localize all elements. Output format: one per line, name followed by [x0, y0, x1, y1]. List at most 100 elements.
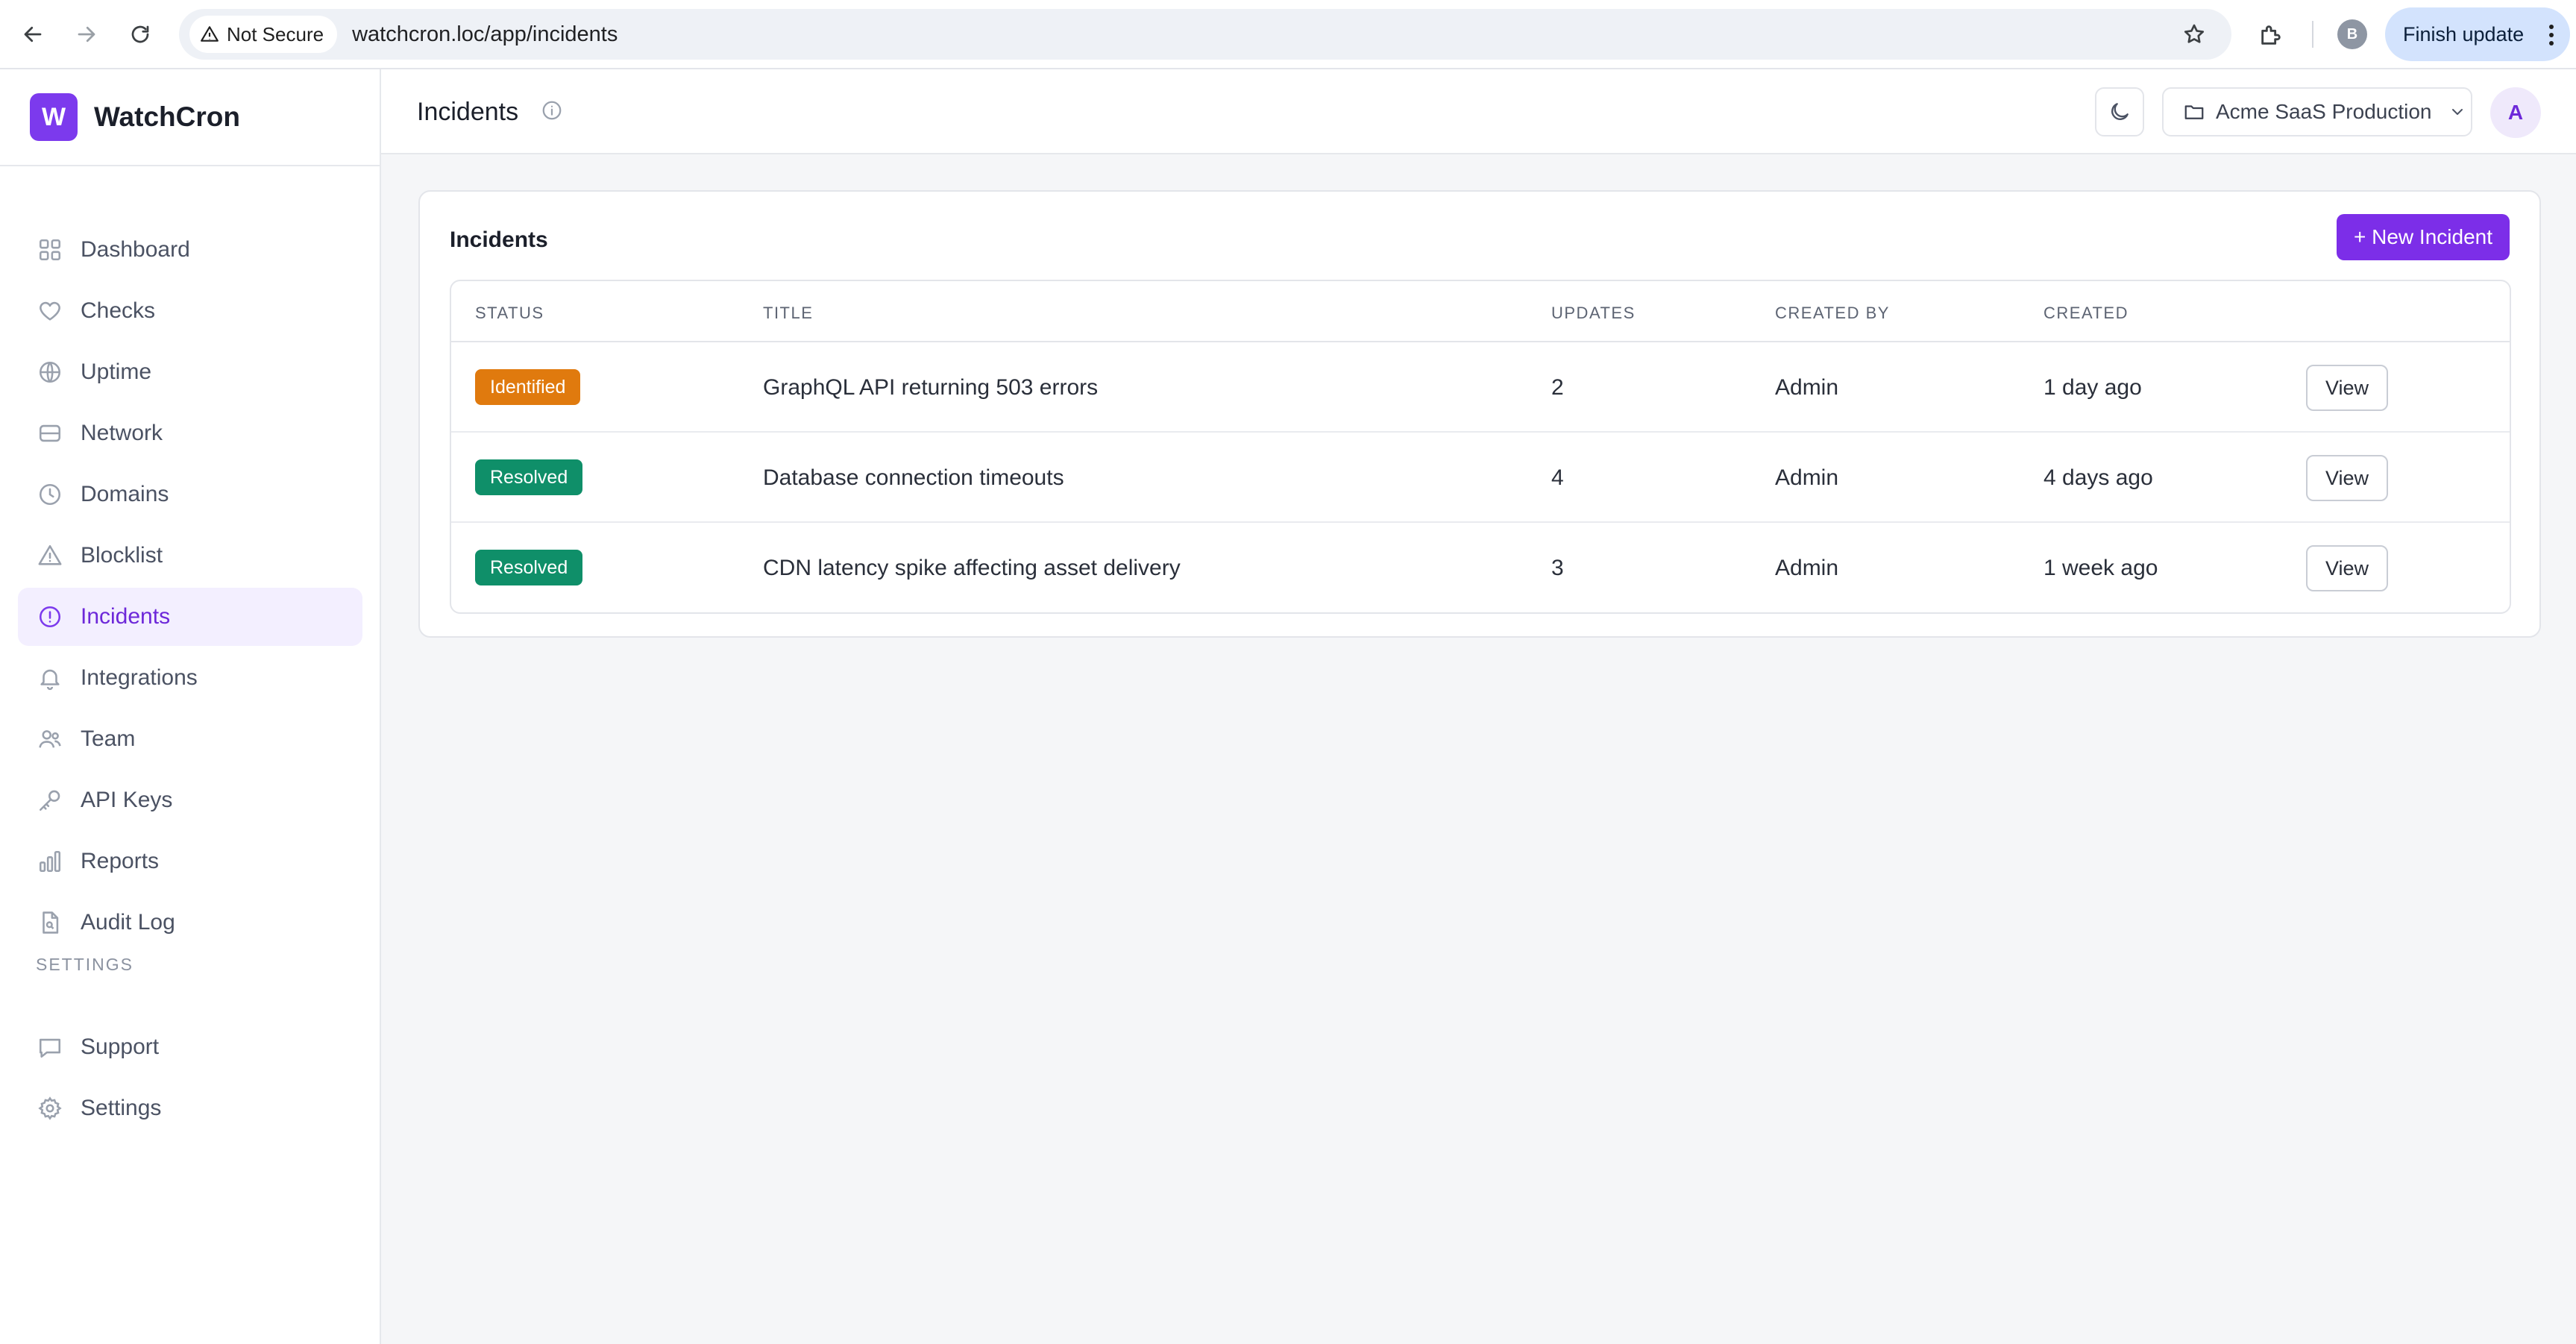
- sidebar-item-label: Dashboard: [81, 237, 190, 262]
- sidebar-item-label: Audit Log: [81, 910, 175, 935]
- folder-icon: [2184, 105, 2204, 119]
- file-search-icon: [43, 911, 59, 934]
- finish-update-button[interactable]: Finish update: [2385, 7, 2570, 61]
- brand-name: WatchCron: [94, 101, 240, 132]
- new-incident-button[interactable]: + New Incident: [2337, 214, 2510, 260]
- security-indicator[interactable]: Not Secure: [189, 16, 338, 53]
- bar-chart-icon: [39, 850, 61, 873]
- sidebar-item-dashboard[interactable]: Dashboard: [18, 221, 362, 279]
- updates-count: 4: [1551, 465, 1564, 490]
- created-time: 1 week ago: [2043, 556, 2158, 580]
- sidebar-item-checks[interactable]: Checks: [18, 282, 362, 340]
- arrow-left-icon: [24, 26, 42, 43]
- heart-icon: [40, 301, 60, 321]
- table-row[interactable]: Identified GraphQL API returning 503 err…: [451, 342, 2510, 433]
- security-label: Not Secure: [227, 22, 324, 45]
- more-vertical-icon: [2549, 25, 2554, 45]
- server-icon: [39, 424, 61, 442]
- brand[interactable]: W WatchCron: [0, 69, 380, 166]
- dashboard-grid-icon: [39, 239, 61, 261]
- sidebar-item-label: Settings: [81, 1096, 162, 1120]
- sidebar-item-uptime[interactable]: Uptime: [18, 343, 362, 401]
- card-title: Incidents: [450, 227, 548, 252]
- column-header-created[interactable]: CREATED: [2043, 304, 2129, 323]
- column-header-updates[interactable]: UPDATES: [1551, 304, 1636, 323]
- address-bar[interactable]: Not Secure watchcron.loc/app/incidents: [179, 9, 2231, 60]
- finish-update-label: Finish update: [2403, 22, 2525, 45]
- alert-circle-icon: [39, 606, 61, 628]
- sidebar-item-api-keys[interactable]: API Keys: [18, 771, 362, 829]
- sidebar-item-label: Reports: [81, 849, 160, 873]
- sidebar-item-label: API Keys: [81, 788, 173, 812]
- sidebar-item-reports[interactable]: Reports: [18, 832, 362, 891]
- column-header-created-by[interactable]: CREATED BY: [1775, 304, 1890, 323]
- sidebar: W WatchCron Dashboard Checks Uptime Netw…: [0, 69, 381, 1344]
- project-selector[interactable]: Acme SaaS Production: [2162, 87, 2472, 136]
- toolbar-divider: [2312, 21, 2313, 48]
- column-header-title[interactable]: TITLE: [763, 304, 813, 323]
- view-button[interactable]: View: [2306, 455, 2388, 501]
- sidebar-item-domains[interactable]: Domains: [18, 465, 362, 524]
- forward-button[interactable]: [69, 16, 104, 52]
- status-badge: Identified: [475, 369, 581, 405]
- status-badge: Resolved: [475, 459, 583, 495]
- incident-title: GraphQL API returning 503 errors: [763, 375, 1099, 400]
- theme-toggle-button[interactable]: [2095, 87, 2144, 136]
- sidebar-item-label: Domains: [81, 482, 169, 506]
- reload-icon: [131, 25, 149, 43]
- settings-section-label: SETTINGS: [36, 955, 134, 974]
- table-row[interactable]: Resolved CDN latency spike affecting ass…: [451, 523, 2510, 612]
- view-button[interactable]: View: [2306, 365, 2388, 411]
- info-icon[interactable]: [541, 99, 563, 122]
- warning-icon: [38, 544, 62, 565]
- reload-button[interactable]: [122, 16, 158, 52]
- sidebar-item-network[interactable]: Network: [18, 404, 362, 462]
- sidebar-item-label: Blocklist: [81, 543, 163, 568]
- sidebar-item-label: Support: [81, 1034, 160, 1059]
- created-time: 4 days ago: [2043, 465, 2153, 490]
- bookmark-button[interactable]: [2176, 16, 2212, 52]
- sidebar-item-incidents[interactable]: Incidents: [18, 588, 362, 646]
- moon-icon: [2111, 103, 2129, 120]
- extensions-button[interactable]: [2252, 16, 2290, 54]
- sidebar-item-label: Team: [81, 726, 136, 751]
- updates-count: 3: [1551, 556, 1564, 580]
- globe-icon: [39, 361, 61, 383]
- created-by: Admin: [1775, 375, 1839, 400]
- created-by: Admin: [1775, 556, 1839, 580]
- users-icon: [39, 730, 61, 748]
- incident-title: Database connection timeouts: [763, 465, 1064, 490]
- sidebar-item-team[interactable]: Team: [18, 710, 362, 768]
- sidebar-item-integrations[interactable]: Integrations: [18, 649, 362, 707]
- table-header: STATUS TITLE UPDATES CREATED BY CREATED: [451, 281, 2510, 342]
- sidebar-item-label: Incidents: [81, 604, 171, 629]
- sidebar-item-settings[interactable]: Settings: [18, 1079, 362, 1137]
- sidebar-item-label: Integrations: [81, 665, 198, 690]
- column-header-status[interactable]: STATUS: [475, 304, 544, 323]
- browser-profile-avatar[interactable]: B: [2337, 19, 2367, 49]
- view-button[interactable]: View: [2306, 545, 2388, 591]
- project-name: Acme SaaS Production: [2216, 100, 2432, 123]
- incidents-table: STATUS TITLE UPDATES CREATED BY CREATED …: [450, 280, 2511, 614]
- key-icon: [39, 790, 60, 811]
- gear-icon: [38, 1096, 62, 1120]
- sidebar-item-audit-log[interactable]: Audit Log: [18, 894, 362, 952]
- chat-icon: [39, 1038, 61, 1058]
- browser-toolbar: Not Secure watchcron.loc/app/incidents B…: [0, 0, 2576, 69]
- puzzle-icon: [2261, 25, 2281, 45]
- user-avatar[interactable]: A: [2490, 87, 2541, 138]
- created-by: Admin: [1775, 465, 1839, 490]
- main-content: Incidents + New Incident STATUS TITLE UP…: [381, 154, 2576, 1344]
- back-button[interactable]: [15, 16, 51, 52]
- sidebar-item-label: Network: [81, 421, 163, 445]
- sidebar-item-support[interactable]: Support: [18, 1018, 362, 1076]
- star-icon: [2184, 24, 2205, 43]
- page-title: Incidents: [417, 98, 519, 126]
- chevron-down-icon: [2451, 109, 2463, 115]
- sidebar-item-blocklist[interactable]: Blocklist: [18, 527, 362, 585]
- url-text[interactable]: watchcron.loc/app/incidents: [352, 22, 618, 47]
- sidebar-item-label: Uptime: [81, 359, 152, 384]
- app-header: Incidents Acme SaaS Production A: [381, 69, 2576, 154]
- sidebar-item-label: Checks: [81, 298, 156, 323]
- table-row[interactable]: Resolved Database connection timeouts 4 …: [451, 433, 2510, 523]
